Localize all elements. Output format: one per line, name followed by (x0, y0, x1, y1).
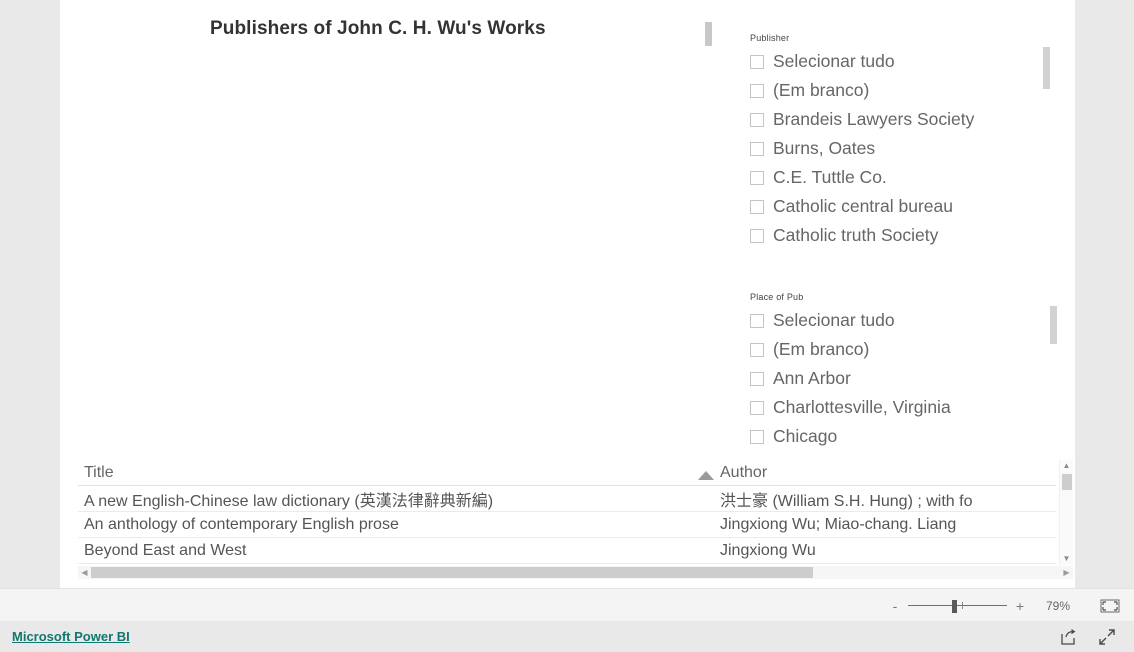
checkbox-icon[interactable] (750, 371, 764, 386)
scroll-right-icon[interactable]: ▶ (1060, 568, 1073, 577)
table-header-row: Title Author (78, 460, 1056, 486)
checkbox-icon[interactable] (750, 228, 764, 243)
slicer-item-label: Catholic truth Society (773, 225, 939, 245)
checkbox-icon[interactable] (750, 400, 764, 415)
cell-author: Jingxiong Wu; Miao-chang. Liang (720, 515, 957, 533)
cell-title: A new English-Chinese law dictionary (英漢… (84, 492, 494, 510)
share-icon (1061, 628, 1076, 645)
cell-author: Jingxiong Wu (720, 541, 816, 559)
zoom-slider-track (908, 604, 1007, 606)
slicer-place-of-pub-scrollbar[interactable] (1050, 306, 1057, 446)
slicer-publisher-scrollbar[interactable] (1043, 47, 1050, 247)
slicer-item-label: Selecionar tudo (773, 310, 895, 330)
column-header-author[interactable]: Author (698, 464, 1056, 482)
sort-ascending-icon[interactable] (698, 470, 714, 480)
slicer-item-label: Brandeis Lawyers Society (773, 109, 975, 129)
table-horizontal-scrollbar[interactable]: ◀ ▶ (78, 566, 1073, 579)
slicer-item-blank[interactable]: (Em branco) (750, 76, 1050, 105)
zoom-slider-tick (962, 601, 963, 609)
cell-title: An anthology of contemporary English pro… (84, 515, 399, 533)
slicer-place-of-pub: Place of Pub Selecionar tudo (Em branco)… (750, 292, 1060, 461)
page-title: Publishers of John C. H. Wu's Works (210, 18, 546, 39)
column-header-title[interactable]: Title (78, 464, 698, 482)
slicer-publisher-list[interactable]: Selecionar tudo (Em branco) Brandeis Law… (750, 47, 1050, 262)
zoom-control: - + 79% (887, 599, 1070, 613)
slicer-item-catholic-truth-society[interactable]: Catholic truth Society (750, 221, 1050, 250)
fit-to-page-icon (1100, 599, 1120, 612)
slicer-item-label: (Em branco) (773, 80, 870, 100)
table-grid: Title Author A new English-Chinese law d… (78, 460, 1056, 565)
slicer-item-ann-arbor[interactable]: Ann Arbor (750, 364, 1060, 393)
slicer-item-label: Chicago (773, 426, 838, 446)
status-bar: - + 79% (0, 588, 1134, 622)
title-visual-scrollbar-thumb[interactable] (705, 22, 712, 46)
footer-actions (1058, 626, 1134, 648)
column-header-author-label: Author (720, 463, 768, 481)
checkbox-icon[interactable] (750, 141, 764, 156)
scroll-left-icon[interactable]: ◀ (78, 568, 91, 577)
cell-author: 洪士豪 (William S.H. Hung) ; with fo (720, 492, 973, 510)
checkbox-icon[interactable] (750, 54, 764, 69)
fullscreen-icon (1099, 628, 1115, 645)
slicer-place-of-pub-list[interactable]: Selecionar tudo (Em branco) Ann Arbor Ch… (750, 306, 1060, 461)
checkbox-icon[interactable] (750, 83, 764, 98)
checkbox-icon[interactable] (750, 112, 764, 127)
slicer-item-charlottesville[interactable]: Charlottesville, Virginia (750, 393, 1060, 422)
fit-to-page-button[interactable] (1100, 599, 1120, 613)
fullscreen-button[interactable] (1096, 626, 1118, 648)
checkbox-icon[interactable] (750, 313, 764, 328)
slicer-item-label: Charlottesville, Virginia (773, 397, 951, 417)
table-row[interactable]: A new English-Chinese law dictionary (英漢… (78, 486, 1056, 512)
checkbox-icon[interactable] (750, 429, 764, 444)
slicer-place-of-pub-header: Place of Pub (750, 292, 804, 302)
scrollbar-thumb[interactable] (1050, 306, 1057, 344)
table-visual: Title Author A new English-Chinese law d… (78, 460, 1073, 582)
footer-bar: Microsoft Power BI (0, 621, 1134, 652)
scrollbar-thumb[interactable] (1062, 474, 1072, 490)
table-row[interactable]: An anthology of contemporary English pro… (78, 512, 1056, 538)
table-row[interactable]: Beyond East and West Jingxiong Wu (78, 538, 1056, 564)
microsoft-power-bi-link[interactable]: Microsoft Power BI (12, 629, 130, 644)
slicer-publisher: Publisher Selecionar tudo (Em branco) Br… (750, 33, 1050, 262)
table-vertical-scrollbar[interactable]: ▲ ▼ (1059, 460, 1073, 565)
scroll-down-icon[interactable]: ▼ (1060, 553, 1073, 565)
zoom-in-button[interactable]: + (1012, 599, 1028, 613)
slicer-item-chicago[interactable]: Chicago (750, 422, 1060, 451)
zoom-level-value: 79% (1045, 598, 1070, 613)
slicer-item-label: C.E. Tuttle Co. (773, 167, 887, 187)
slicer-publisher-header: Publisher (750, 33, 790, 43)
zoom-slider[interactable] (908, 599, 1007, 613)
slicer-item-brandeis[interactable]: Brandeis Lawyers Society (750, 105, 1050, 134)
slicer-item-select-all[interactable]: Selecionar tudo (750, 306, 1060, 335)
slicer-item-ce-tuttle[interactable]: C.E. Tuttle Co. (750, 163, 1050, 192)
zoom-out-button[interactable]: - (887, 599, 903, 613)
slicer-item-label: (Em branco) (773, 339, 870, 359)
report-canvas: Publishers of John C. H. Wu's Works Publ… (60, 0, 1075, 588)
slicer-item-catholic-central-bureau[interactable]: Catholic central bureau (750, 192, 1050, 221)
scrollbar-thumb[interactable] (91, 567, 813, 578)
title-visual: Publishers of John C. H. Wu's Works (210, 18, 710, 62)
slicer-item-label: Catholic central bureau (773, 196, 953, 216)
scrollbar-track[interactable] (91, 567, 1060, 578)
slicer-item-label: Burns, Oates (773, 138, 876, 158)
slicer-item-burns-oates[interactable]: Burns, Oates (750, 134, 1050, 163)
checkbox-icon[interactable] (750, 342, 764, 357)
scrollbar-thumb[interactable] (1043, 47, 1050, 89)
slicer-item-select-all[interactable]: Selecionar tudo (750, 47, 1050, 76)
slicer-item-label: Ann Arbor (773, 368, 851, 388)
checkbox-icon[interactable] (750, 199, 764, 214)
share-button[interactable] (1058, 626, 1080, 648)
zoom-slider-handle[interactable] (952, 599, 957, 613)
slicer-item-label: Selecionar tudo (773, 51, 895, 71)
scroll-up-icon[interactable]: ▲ (1060, 460, 1073, 472)
cell-title: Beyond East and West (84, 541, 247, 559)
checkbox-icon[interactable] (750, 170, 764, 185)
slicer-item-blank[interactable]: (Em branco) (750, 335, 1060, 364)
